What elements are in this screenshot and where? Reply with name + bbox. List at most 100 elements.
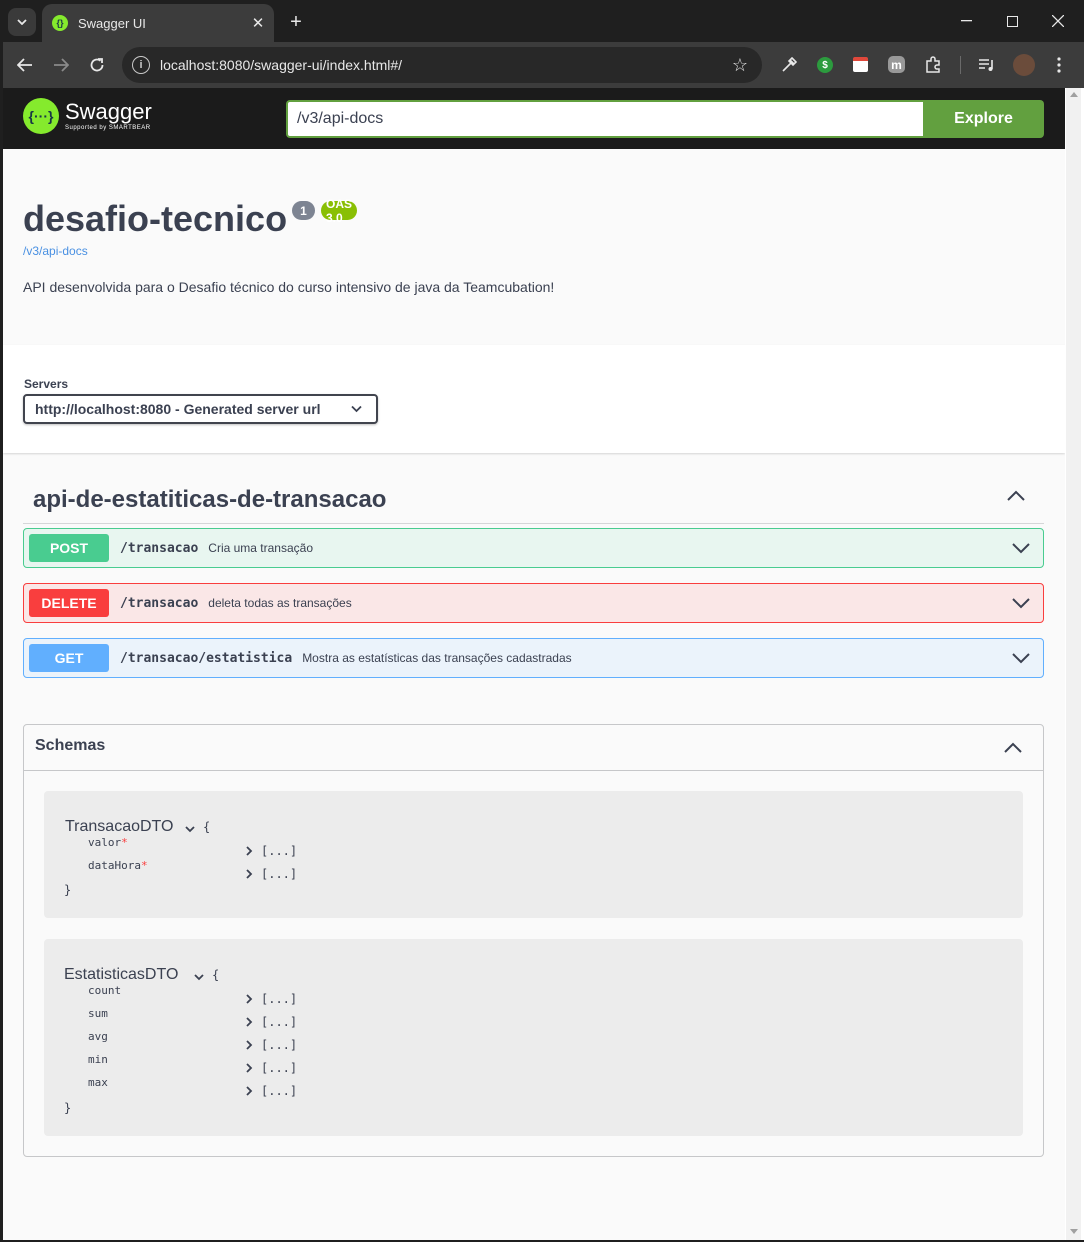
servers-selected-value: http://localhost:8080 - Generated server… [35,401,321,417]
calendar-extension-icon[interactable] [853,57,868,72]
back-button[interactable] [11,51,39,79]
operation-path: /transacao [120,595,199,611]
explore-button[interactable]: Explore [923,100,1044,138]
close-tab-icon[interactable]: ✕ [246,11,270,35]
property-name: dataHora* [88,859,148,872]
forward-button[interactable] [47,51,75,79]
bookmark-star-icon[interactable]: ☆ [732,55,748,76]
scroll-down-arrow-icon[interactable] [1070,1229,1078,1234]
swagger-page: {···} Swagger Supported by SMARTBEAR /v3… [3,88,1065,1240]
chevron-up-icon[interactable] [1006,486,1026,506]
tab-search-button[interactable] [8,8,36,36]
chevron-up-icon[interactable] [1003,738,1023,758]
chevron-right-icon[interactable] [245,1086,253,1096]
schemas-header[interactable]: Schemas [24,725,1043,771]
logo-name: Swagger [65,99,152,124]
chevron-right-icon[interactable] [245,1040,253,1050]
media-control-icon[interactable] [976,54,998,76]
chevron-right-icon[interactable] [245,1063,253,1073]
operation-path: /transacao [120,540,199,556]
new-tab-button[interactable]: + [284,10,308,34]
chevron-right-icon[interactable] [245,994,253,1004]
toolbar-divider [960,56,961,74]
method-badge: POST [29,534,109,562]
method-badge: DELETE [29,589,109,617]
api-docs-link[interactable]: /v3/api-docs [23,244,88,258]
operation-summary: Cria uma transação [208,541,313,555]
servers-label: Servers [24,377,69,391]
swagger-topbar: {···} Swagger Supported by SMARTBEAR /v3… [3,88,1065,149]
scroll-up-arrow-icon[interactable] [1070,92,1078,97]
property-value[interactable]: [...] [245,844,297,858]
operation-summary: Mostra as estatísticas das transações ca… [302,651,572,665]
model-estatisticasdto[interactable]: EstatisticasDTO { count [...] sum [...] … [44,939,1023,1136]
chevron-down-icon[interactable] [1011,648,1031,668]
swagger-favicon-icon: {} [52,15,68,31]
property-name: min [88,1053,108,1066]
property-value[interactable]: [...] [245,1061,297,1075]
servers-select[interactable]: http://localhost:8080 - Generated server… [23,394,378,424]
required-marker: * [121,836,128,849]
chevron-down-icon[interactable] [1011,538,1031,558]
chevron-right-icon[interactable] [245,1017,253,1027]
dollar-extension-icon[interactable]: $ [817,57,833,73]
operation-path: /transacao/estatistica [120,650,293,666]
chevron-right-icon[interactable] [245,869,253,879]
property-name: avg [88,1030,108,1043]
chevron-down-icon [351,402,362,416]
schemas-title: Schemas [35,737,106,754]
chevron-down-icon[interactable] [1011,593,1031,613]
window-border [0,42,3,1242]
property-name: sum [88,1007,108,1020]
swagger-logo-icon: {···} [23,98,59,134]
api-info: desafio-tecnico 1 OAS 3.0 [23,197,358,240]
property-name: max [88,1076,108,1089]
puzzle-extensions-icon[interactable] [922,54,944,76]
model-transacaodto[interactable]: TransacaoDTO { valor* [...] dataHora* [.… [44,791,1023,918]
maximize-icon [1006,15,1018,27]
tag-section-header[interactable]: api-de-estatiticas-de-transacao [23,478,1044,524]
swagger-logo[interactable]: {···} Swagger Supported by SMARTBEAR [23,98,152,134]
chevron-down-icon[interactable] [193,971,205,983]
close-window-button[interactable] [1035,0,1081,42]
browser-menu-icon[interactable] [1048,54,1070,76]
property-value[interactable]: [...] [245,1084,297,1098]
logo-subtitle: Supported by SMARTBEAR [65,125,151,131]
close-brace: } [64,1101,72,1115]
model-name[interactable]: TransacaoDTO [65,818,173,836]
address-bar[interactable]: i localhost:8080/swagger-ui/index.html#/… [122,47,762,83]
spec-url-input[interactable]: /v3/api-docs [286,100,923,138]
browser-tabstrip: {} Swagger UI ✕ + [0,0,1084,42]
property-value[interactable]: [...] [245,1015,297,1029]
chevron-down-icon[interactable] [184,823,196,835]
operation-post-transacao[interactable]: POST /transacao Cria uma transação [23,528,1044,568]
version-badge: 1 [292,201,315,220]
maximize-button[interactable] [989,0,1035,42]
minimize-button[interactable] [943,0,989,42]
m-extension-icon[interactable]: m [888,56,905,73]
model-name[interactable]: EstatisticasDTO [64,966,178,984]
property-value[interactable]: [...] [245,992,297,1006]
reload-button[interactable] [83,51,111,79]
method-badge: GET [29,644,109,672]
close-icon [1052,15,1064,27]
chevron-right-icon[interactable] [245,846,253,856]
reload-icon [90,58,104,72]
arrow-right-icon [54,58,69,72]
browser-tab[interactable]: {} Swagger UI ✕ [42,4,274,42]
eyedropper-extension-icon[interactable] [778,54,800,76]
browser-toolbar: i localhost:8080/swagger-ui/index.html#/… [0,42,1084,88]
schemas-section: Schemas TransacaoDTO { valor* [...] data… [23,724,1044,1157]
arrow-left-icon [17,58,32,72]
site-info-icon[interactable]: i [132,56,150,74]
property-value[interactable]: [...] [245,867,297,881]
page-scrollbar[interactable] [1066,88,1081,1240]
api-title: desafio-tecnico [23,198,288,239]
chevron-down-icon [17,19,27,25]
profile-avatar[interactable] [1013,54,1035,76]
api-description: API desenvolvida para o Desafio técnico … [23,279,555,295]
property-value[interactable]: [...] [245,1038,297,1052]
oas-badge: OAS 3.0 [321,197,358,225]
operation-delete-transacao[interactable]: DELETE /transacao deleta todas as transa… [23,583,1044,623]
operation-get-estatistica[interactable]: GET /transacao/estatistica Mostra as est… [23,638,1044,678]
